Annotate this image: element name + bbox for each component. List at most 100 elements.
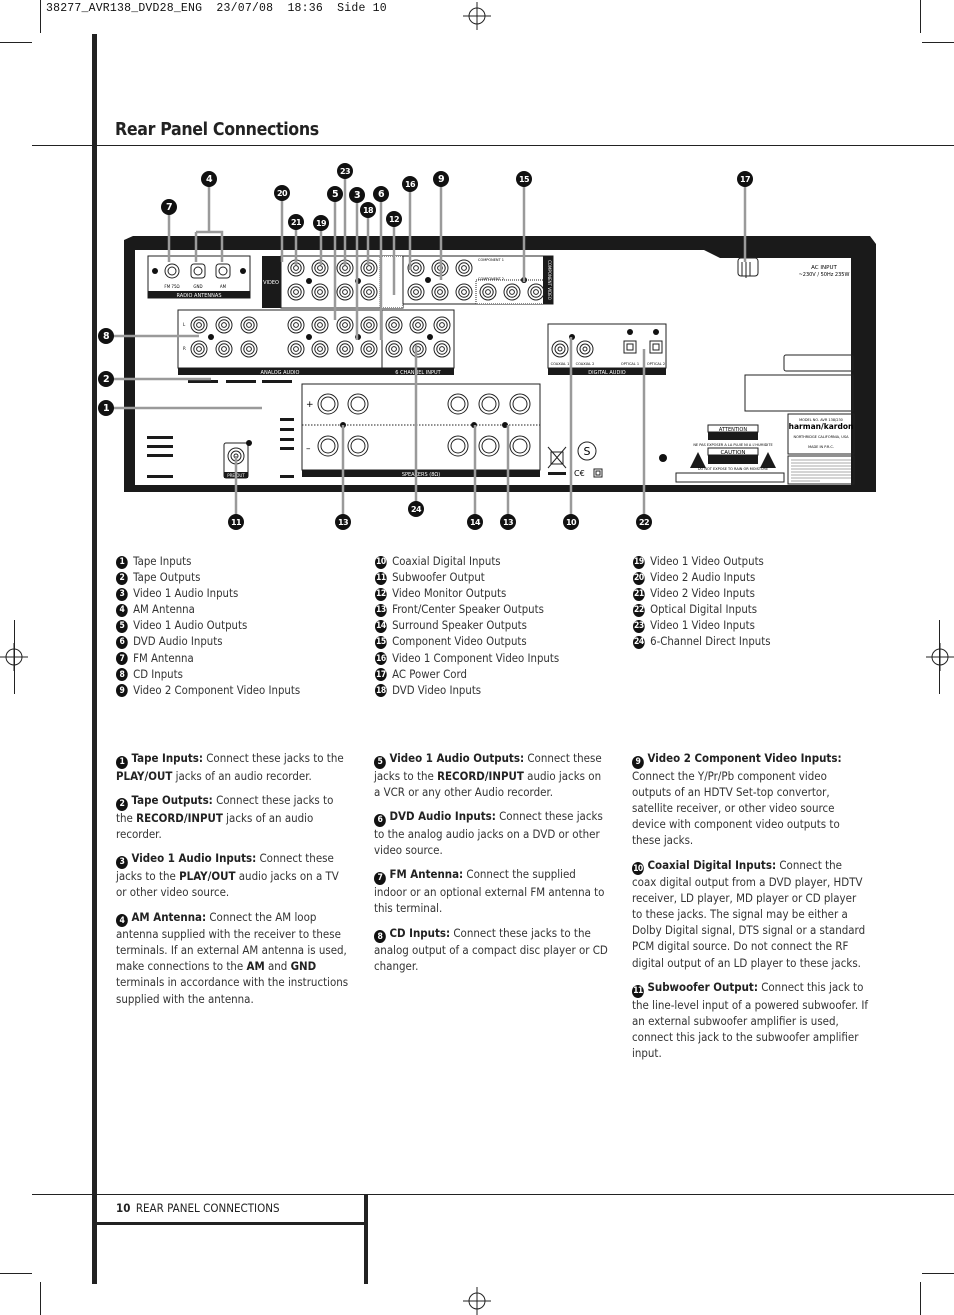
callout-12-icon: 12 xyxy=(386,211,402,227)
description-title: DVD Audio Inputs: xyxy=(389,810,496,824)
callout-10-icon: 10 xyxy=(563,514,579,530)
legend-item: 5 Video 1 Audio Outputs xyxy=(116,618,300,634)
callout-number-icon: 7 xyxy=(374,872,386,886)
description-title: Tape Outputs: xyxy=(131,794,213,808)
callout-number-icon: 20 xyxy=(633,571,645,585)
svg-text:14: 14 xyxy=(470,518,481,527)
svg-text:19: 19 xyxy=(316,219,327,228)
coaxial-1-label: COAXIAL 1 xyxy=(551,362,570,366)
radio-antennas-block: RADIO ANTENNAS FM 75Ω GND AM xyxy=(147,255,251,299)
emphasis: RECORD/INPUT xyxy=(437,769,524,783)
description-title: Video 1 Audio Inputs: xyxy=(131,852,257,866)
am-label: AM xyxy=(220,284,227,289)
callout-7-icon: 7 xyxy=(161,199,177,215)
legend-item: 22 Optical Digital Inputs xyxy=(633,602,771,618)
callout-number-icon: 4 xyxy=(116,914,128,928)
legend-label: Video 1 Video Inputs xyxy=(650,619,755,633)
callout-6-icon: 6 xyxy=(373,186,389,202)
svg-text:18: 18 xyxy=(363,206,374,215)
subwoofer-pre-out: PRE OUT xyxy=(223,440,252,479)
made-in-label: MADE IN P.R.C. xyxy=(808,445,834,449)
crop-mark xyxy=(40,1282,41,1315)
callout-number-icon: 11 xyxy=(632,984,644,998)
six-channel-input-block: 6 CHANNEL INPUT xyxy=(381,309,455,376)
ac-input-label: AC INPUT xyxy=(811,265,837,271)
legend-label: DVD Video Inputs xyxy=(392,683,482,697)
legend-label: Surround Speaker Outputs xyxy=(392,619,527,633)
callout-18-icon: 18 xyxy=(360,202,376,218)
callout-16-icon: 16 xyxy=(402,176,418,192)
callout-number-icon: 11 xyxy=(375,571,387,585)
brand-logo: harman/kardon xyxy=(789,422,854,431)
legend-label: Optical Digital Inputs xyxy=(650,603,758,617)
legend-label: Video 2 Component Video Inputs xyxy=(133,683,301,697)
callout-number-icon: 2 xyxy=(116,571,128,585)
legend-label: Video 2 Audio Inputs xyxy=(650,571,756,585)
callout-number-icon: 5 xyxy=(116,619,128,633)
legend-item: 21 Video 2 Video Inputs xyxy=(633,586,771,602)
legend-item: 24 6-Channel Direct Inputs xyxy=(633,634,771,650)
legend-label: FM Antenna xyxy=(133,651,194,665)
legend-label: Tape Outputs xyxy=(133,571,201,585)
legend-item: 12 Video Monitor Outputs xyxy=(375,586,559,602)
callout-number-icon: 6 xyxy=(116,636,128,650)
callout-24-icon: 24 xyxy=(408,501,424,517)
description-title: Coaxial Digital Inputs: xyxy=(647,858,777,872)
callout-number-icon: 14 xyxy=(375,619,387,633)
svg-text:15: 15 xyxy=(519,175,530,184)
callout-15-icon: 15 xyxy=(516,171,532,187)
description-title: AM Antenna: xyxy=(131,910,207,924)
description-paragraph: 8 CD Inputs: Connect these jacks to the a… xyxy=(374,926,608,974)
callout-11-icon: 11 xyxy=(228,514,244,530)
page-title: Rear Panel Connections xyxy=(115,119,319,140)
callout-number-icon: 8 xyxy=(374,930,386,944)
plus-terminal-label: + xyxy=(306,400,314,410)
legend-label: Video 2 Video Inputs xyxy=(650,587,755,601)
callout-number-icon: 2 xyxy=(116,797,128,811)
gnd-label: GND xyxy=(193,284,202,289)
svg-text:3: 3 xyxy=(354,190,360,201)
crop-mark xyxy=(14,620,15,694)
description-column-1: 1 Tape Inputs: Connect these jacks to the… xyxy=(116,751,378,1016)
legend-item: 10 Coaxial Digital Inputs xyxy=(375,554,559,570)
callout-number-icon: 3 xyxy=(116,855,128,869)
legend-label: Video Monitor Outputs xyxy=(392,587,507,601)
description-paragraph: 7 FM Antenna: Connect the supplied indoor… xyxy=(374,868,605,916)
svg-text:6: 6 xyxy=(378,189,385,200)
callout-20-icon: 20 xyxy=(274,185,290,201)
emphasis: PLAY/OUT xyxy=(116,769,173,783)
callout-number-icon: 1 xyxy=(116,755,128,769)
minus-terminal-label: – xyxy=(306,444,311,454)
analog-audio-block: ANALOG AUDIO L R xyxy=(177,309,383,376)
footer-section-title: REAR PANEL CONNECTIONS xyxy=(135,1201,280,1215)
svg-text:12: 12 xyxy=(389,215,399,224)
digital-audio-label: DIGITAL AUDIO xyxy=(588,370,626,376)
callout-21-icon: 21 xyxy=(288,214,304,230)
registration-mark-icon xyxy=(926,643,954,671)
legend-label: Video 1 Audio Outputs xyxy=(133,619,248,633)
svg-text:23: 23 xyxy=(340,167,350,176)
french-moisture-label: NE PAS EXPOSER A LA PLUIE NI A L'HUMIDIT… xyxy=(693,443,772,447)
svg-text:17: 17 xyxy=(740,175,750,184)
svg-text:1: 1 xyxy=(103,403,109,414)
title-rule xyxy=(32,145,954,146)
legend-item: 17 AC Power Cord xyxy=(375,667,559,683)
callout-4-icon: 4 xyxy=(201,171,217,187)
speakers-block: SPEAKERS (8Ω) + – xyxy=(301,383,541,478)
callout-9-icon: 9 xyxy=(433,171,449,187)
fm-label: FM 75Ω xyxy=(164,284,179,289)
crop-mark xyxy=(922,1273,954,1274)
crop-mark xyxy=(920,0,921,33)
callout-number-icon: 23 xyxy=(633,619,645,633)
svg-text:24: 24 xyxy=(411,505,422,514)
svg-text:7: 7 xyxy=(166,202,172,213)
callout-23-icon: 23 xyxy=(337,163,353,179)
legend-label: Coaxial Digital Inputs xyxy=(392,555,501,568)
callout-number-icon: 3 xyxy=(116,587,128,601)
page-footer: 10 REAR PANEL CONNECTIONS xyxy=(116,1201,280,1215)
callout-number-icon: 10 xyxy=(632,862,644,876)
svg-text:22: 22 xyxy=(639,518,649,527)
emphasis: PLAY/OUT xyxy=(179,869,236,883)
callout-number-icon: 16 xyxy=(375,652,387,666)
callout-14-icon: 14 xyxy=(467,514,483,530)
